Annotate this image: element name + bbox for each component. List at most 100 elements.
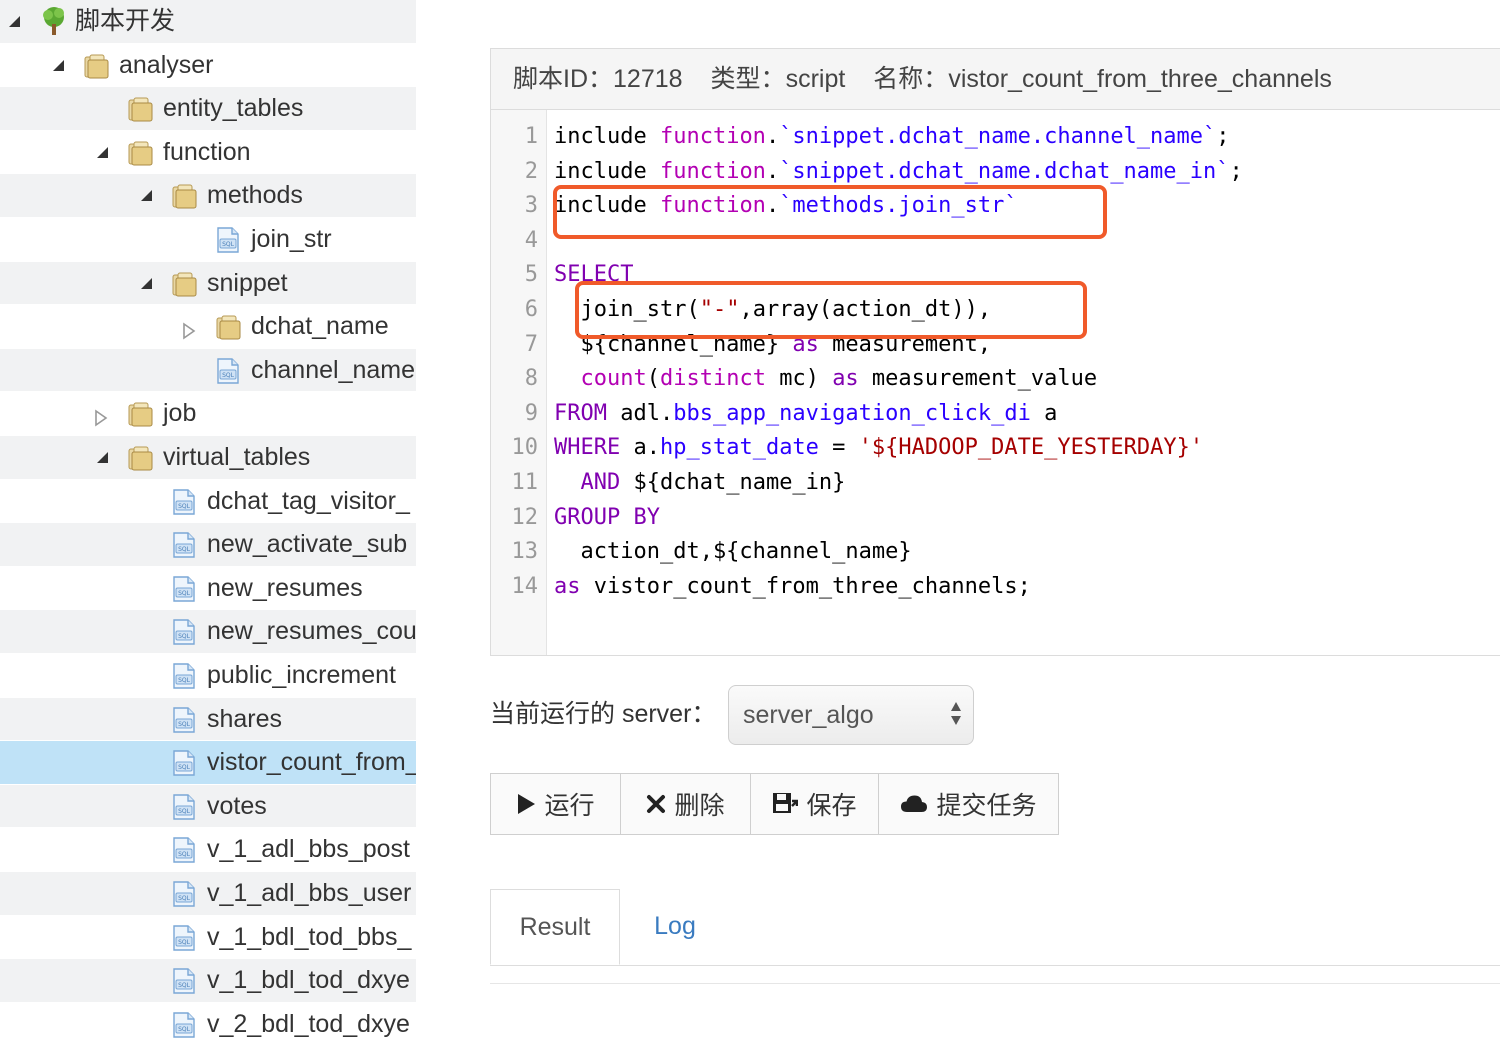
highlight-box-include: [553, 185, 1107, 239]
code-token: .: [765, 124, 780, 149]
submit-task-button[interactable]: 提交任务: [878, 773, 1059, 835]
sql-file-icon: SQL: [170, 1011, 198, 1039]
tree-node-label: analyser: [119, 50, 214, 79]
code-token: a: [1030, 400, 1058, 426]
code-token: WHERE: [554, 435, 621, 461]
tab-log[interactable]: Log: [620, 889, 730, 965]
script-name-value: vistor_count_from_three_channels: [948, 65, 1332, 93]
tree-node[interactable]: SQL channel_name: [0, 348, 416, 393]
line-number: 7: [524, 331, 538, 357]
line-number: 14: [511, 573, 539, 599]
expanded-arrow-icon[interactable]: [6, 13, 24, 31]
script-type-label: 类型：: [710, 65, 786, 93]
line-number: 5: [524, 262, 538, 288]
tree-node[interactable]: analyser: [0, 44, 416, 88]
sql-file-icon: SQL: [170, 488, 198, 516]
tree-node[interactable]: dchat_name: [0, 305, 416, 349]
code-token: measurement_value: [858, 366, 1098, 392]
sql-file-icon: SQL: [170, 924, 198, 952]
output-tabs: Result Log: [490, 889, 1500, 966]
code-token: GROUP BY: [554, 504, 660, 530]
tree-node-label: snippet: [207, 268, 288, 297]
svg-text:SQL: SQL: [178, 808, 191, 815]
expanded-arrow-icon[interactable]: [138, 187, 156, 205]
code-line[interactable]: count(distinct mc) as measurement_value: [554, 362, 1098, 397]
code-token: FROM: [554, 400, 607, 426]
line-number: 9: [524, 400, 538, 426]
folder-icon: [126, 400, 154, 428]
script-type-value: script: [785, 65, 846, 93]
sql-file-icon: SQL: [170, 575, 198, 603]
tree-node[interactable]: SQL public_increment: [0, 654, 416, 698]
action-toolbar: 运行 删除 保存 提交任务: [490, 773, 1059, 835]
tree-node[interactable]: snippet: [0, 261, 416, 306]
collapsed-arrow-icon[interactable]: [182, 318, 200, 340]
run-button-label: 运行: [544, 792, 595, 820]
tree-node-label: job: [163, 399, 197, 428]
collapsed-arrow-icon[interactable]: [94, 405, 112, 427]
script-id-value: 12718: [613, 65, 683, 93]
tree-node[interactable]: job: [0, 392, 416, 436]
save-button-label: 保存: [806, 792, 857, 820]
tree-node[interactable]: SQL v_1_adl_bbs_user: [0, 872, 416, 916]
server-select-value: server_algo: [743, 701, 874, 729]
expanded-arrow-icon[interactable]: [94, 144, 112, 162]
tree-node[interactable]: SQL v_1_bdl_tod_dxye: [0, 959, 416, 1003]
line-number: 1: [524, 124, 538, 149]
svg-text:SQL: SQL: [178, 895, 191, 902]
code-line[interactable]: action_dt,${channel_name}: [554, 535, 912, 570]
expanded-arrow-icon[interactable]: [138, 275, 156, 293]
code-line[interactable]: as vistor_count_from_three_channels;: [554, 570, 1031, 605]
delete-button[interactable]: 删除: [620, 773, 751, 835]
code-line[interactable]: WHERE a.hp_stat_date = '${HADOOP_DATE_YE…: [554, 431, 1203, 466]
tree-node[interactable]: SQL vistor_count_from_: [0, 741, 416, 785]
folder-icon: [214, 313, 242, 341]
tree-node[interactable]: SQL v_1_adl_bbs_post: [0, 828, 416, 872]
code-token: function: [659, 124, 766, 149]
script-name-label: 名称：: [873, 65, 949, 93]
code-token: '${HADOOP_DATE_YESTERDAY}': [858, 435, 1204, 461]
svg-text:SQL: SQL: [178, 939, 191, 946]
tree-node[interactable]: SQL v_2_bdl_tod_dxye: [0, 1003, 416, 1047]
tree-node[interactable]: SQL shares: [0, 697, 416, 742]
tree-node[interactable]: SQL votes: [0, 784, 416, 829]
svg-text:SQL: SQL: [178, 764, 191, 771]
code-line[interactable]: include function.`snippet.dchat_name.cha…: [554, 120, 1230, 155]
save-button[interactable]: 保存: [750, 773, 879, 835]
code-line[interactable]: include function.`snippet.dchat_name.dch…: [554, 155, 1243, 190]
script-id-label: 脚本ID：: [513, 65, 614, 93]
tree-node[interactable]: SQL new_activate_sub: [0, 523, 416, 567]
code-token: a.: [620, 435, 660, 461]
code-token: vistor_count_from_three_channels;: [580, 573, 1031, 599]
delete-button-label: 删除: [674, 792, 725, 820]
code-editor[interactable]: 1 2 3 4 5 6 7 8 9 10 11 12 13 14 include function.`sn…: [490, 110, 1500, 656]
tree-node[interactable]: 脚本开发: [0, 0, 416, 44]
code-token: action_dt,${channel_name}: [554, 539, 912, 565]
file-tree: 脚本开发 analyser entity_tables function methods…: [0, 0, 416, 1050]
expanded-arrow-icon[interactable]: [94, 449, 112, 467]
tree-node[interactable]: entity_tables: [0, 87, 416, 131]
svg-text:SQL: SQL: [178, 982, 191, 989]
code-line[interactable]: AND ${dchat_name_in}: [554, 466, 846, 501]
code-line[interactable]: FROM adl.bbs_app_navigation_click_di a: [554, 397, 1057, 432]
expanded-arrow-icon[interactable]: [50, 57, 68, 75]
tree-node-label: 脚本开发: [75, 7, 176, 35]
tree-node[interactable]: function: [0, 131, 416, 175]
code-line[interactable]: GROUP BY: [554, 501, 660, 536]
line-number: 13: [511, 539, 539, 565]
run-button[interactable]: 运行: [490, 773, 621, 835]
tree-node[interactable]: SQL new_resumes_cou: [0, 610, 416, 654]
tree-node[interactable]: SQL new_resumes: [0, 567, 416, 611]
code-token: count: [580, 366, 647, 392]
tab-result[interactable]: Result: [490, 889, 620, 965]
tree-node[interactable]: SQL join_str: [0, 218, 416, 262]
tree-node[interactable]: methods: [0, 174, 416, 218]
tree-node-label: function: [163, 137, 251, 166]
close-icon: [647, 795, 666, 813]
tree-node[interactable]: virtual_tables: [0, 436, 416, 480]
tree-node-label: dchat_tag_visitor_: [207, 486, 410, 515]
tree-node[interactable]: SQL dchat_tag_visitor_: [0, 480, 416, 524]
sql-file-icon: SQL: [214, 357, 242, 385]
tree-node[interactable]: SQL v_1_bdl_tod_bbs_: [0, 916, 416, 960]
server-select[interactable]: server_algo: [728, 685, 974, 745]
